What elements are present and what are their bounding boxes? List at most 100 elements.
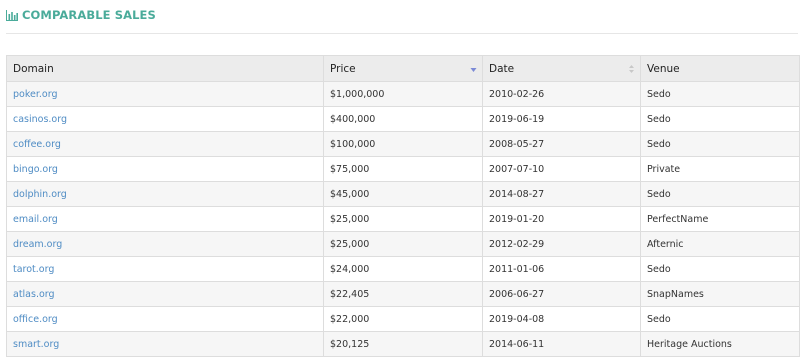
- table-row: casinos.org $400,000 2019-06-19 Sedo: [6, 106, 800, 132]
- cell-domain: dream.org: [6, 231, 324, 257]
- table-header-row: Domain Price Date Venue: [6, 55, 800, 82]
- cell-date: 2019-06-19: [482, 106, 641, 132]
- domain-link[interactable]: coffee.org: [13, 139, 61, 150]
- price-value: $75,000: [330, 163, 370, 175]
- price-value: $25,000: [330, 213, 370, 225]
- cell-price: $22,405: [323, 281, 483, 307]
- date-value: 2019-06-19: [489, 113, 545, 125]
- date-value: 2006-06-27: [489, 288, 545, 300]
- cell-date: 2014-06-11: [482, 331, 641, 357]
- cell-price: $20,125: [323, 331, 483, 357]
- price-value: $25,000: [330, 238, 370, 250]
- cell-domain: dolphin.org: [6, 181, 324, 207]
- column-header-label: Date: [489, 62, 515, 75]
- cell-venue: PerfectName: [640, 206, 800, 232]
- cell-price: $24,000: [323, 256, 483, 282]
- cell-domain: smart.org: [6, 331, 324, 357]
- comparable-sales-table: Domain Price Date Venue poker.org $1,000,…: [6, 55, 800, 357]
- cell-venue: Heritage Auctions: [640, 331, 800, 357]
- cell-price: $75,000: [323, 156, 483, 182]
- cell-venue: Sedo: [640, 306, 800, 332]
- cell-venue: Sedo: [640, 131, 800, 157]
- venue-value: Sedo: [647, 313, 671, 325]
- cell-date: 2019-04-08: [482, 306, 641, 332]
- section-divider: [6, 33, 798, 34]
- cell-venue: Sedo: [640, 106, 800, 132]
- cell-domain: poker.org: [6, 81, 324, 107]
- domain-link[interactable]: bingo.org: [13, 164, 58, 175]
- price-value: $1,000,000: [330, 88, 385, 100]
- venue-value: Sedo: [647, 88, 671, 100]
- cell-price: $45,000: [323, 181, 483, 207]
- domain-link[interactable]: dolphin.org: [13, 189, 67, 200]
- date-value: 2010-02-26: [489, 88, 545, 100]
- column-header-date[interactable]: Date: [482, 55, 641, 82]
- cell-venue: SnapNames: [640, 281, 800, 307]
- table-row: coffee.org $100,000 2008-05-27 Sedo: [6, 131, 800, 157]
- table-row: dolphin.org $45,000 2014-08-27 Sedo: [6, 181, 800, 207]
- cell-price: $1,000,000: [323, 81, 483, 107]
- venue-value: Heritage Auctions: [647, 338, 732, 350]
- domain-link[interactable]: smart.org: [13, 339, 59, 350]
- cell-price: $25,000: [323, 206, 483, 232]
- cell-domain: office.org: [6, 306, 324, 332]
- domain-link[interactable]: email.org: [13, 214, 58, 225]
- domain-link[interactable]: tarot.org: [13, 264, 54, 275]
- domain-link[interactable]: casinos.org: [13, 114, 67, 125]
- price-value: $45,000: [330, 188, 370, 200]
- cell-venue: Private: [640, 156, 800, 182]
- cell-domain: atlas.org: [6, 281, 324, 307]
- sort-descending-icon[interactable]: [470, 64, 477, 74]
- cell-price: $22,000: [323, 306, 483, 332]
- column-header-price[interactable]: Price: [323, 55, 483, 82]
- domain-link[interactable]: dream.org: [13, 239, 62, 250]
- cell-price: $25,000: [323, 231, 483, 257]
- cell-date: 2014-08-27: [482, 181, 641, 207]
- cell-date: 2010-02-26: [482, 81, 641, 107]
- venue-value: Sedo: [647, 263, 671, 275]
- venue-value: PerfectName: [647, 213, 709, 225]
- domain-link[interactable]: atlas.org: [13, 289, 55, 300]
- cell-date: 2012-02-29: [482, 231, 641, 257]
- cell-venue: Afternic: [640, 231, 800, 257]
- date-value: 2012-02-29: [489, 238, 545, 250]
- price-value: $22,000: [330, 313, 370, 325]
- venue-value: Sedo: [647, 188, 671, 200]
- cell-price: $400,000: [323, 106, 483, 132]
- venue-value: Afternic: [647, 238, 684, 250]
- table-row: email.org $25,000 2019-01-20 PerfectName: [6, 206, 800, 232]
- cell-date: 2019-01-20: [482, 206, 641, 232]
- date-value: 2019-01-20: [489, 213, 545, 225]
- cell-date: 2011-01-06: [482, 256, 641, 282]
- cell-venue: Sedo: [640, 181, 800, 207]
- domain-link[interactable]: poker.org: [13, 89, 58, 100]
- price-value: $400,000: [330, 113, 376, 125]
- venue-value: Sedo: [647, 138, 671, 150]
- cell-domain: tarot.org: [6, 256, 324, 282]
- venue-value: SnapNames: [647, 288, 704, 300]
- table-row: atlas.org $22,405 2006-06-27 SnapNames: [6, 281, 800, 307]
- date-value: 2014-08-27: [489, 188, 545, 200]
- section-header: COMPARABLE SALES: [6, 7, 156, 23]
- section-title: COMPARABLE SALES: [22, 8, 156, 22]
- date-value: 2007-07-10: [489, 163, 545, 175]
- column-header-label: Venue: [647, 62, 680, 75]
- venue-value: Sedo: [647, 113, 671, 125]
- cell-domain: bingo.org: [6, 156, 324, 182]
- cell-venue: Sedo: [640, 256, 800, 282]
- table-row: poker.org $1,000,000 2010-02-26 Sedo: [6, 81, 800, 107]
- price-value: $24,000: [330, 263, 370, 275]
- domain-link[interactable]: office.org: [13, 314, 58, 325]
- date-value: 2008-05-27: [489, 138, 545, 150]
- table-row: office.org $22,000 2019-04-08 Sedo: [6, 306, 800, 332]
- column-header-label: Domain: [13, 62, 54, 75]
- sort-unsorted-icon[interactable]: [628, 64, 635, 74]
- column-header-venue[interactable]: Venue: [640, 55, 800, 82]
- bar-chart-icon: [6, 10, 18, 21]
- table-row: dream.org $25,000 2012-02-29 Afternic: [6, 231, 800, 257]
- cell-domain: email.org: [6, 206, 324, 232]
- price-value: $100,000: [330, 138, 376, 150]
- date-value: 2019-04-08: [489, 313, 545, 325]
- column-header-domain[interactable]: Domain: [6, 55, 324, 82]
- cell-domain: coffee.org: [6, 131, 324, 157]
